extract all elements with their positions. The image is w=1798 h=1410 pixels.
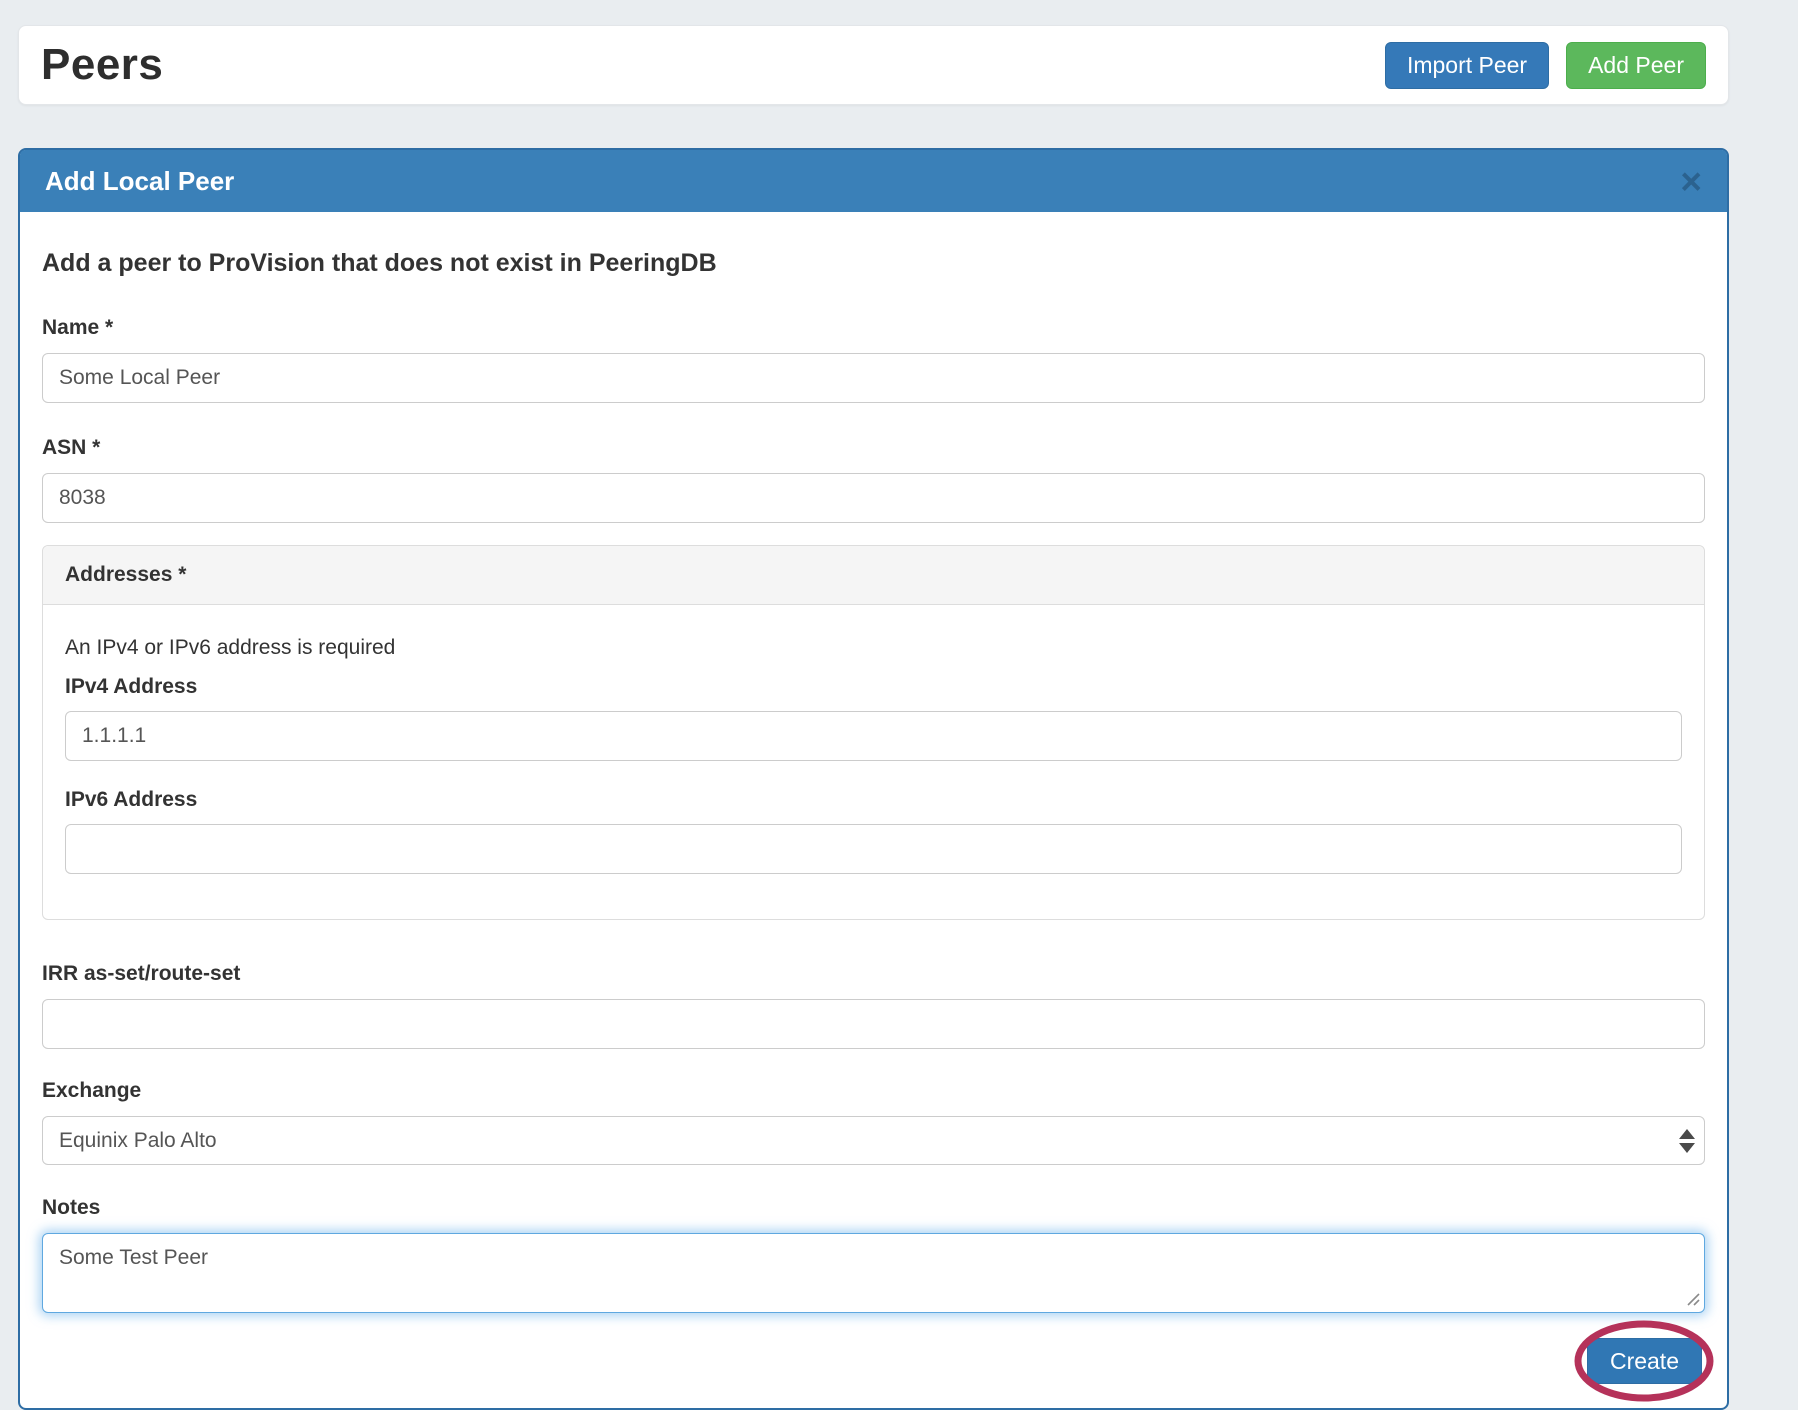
exchange-select[interactable]: Equinix Palo Alto	[42, 1116, 1705, 1165]
addresses-header: Addresses *	[43, 546, 1704, 605]
ipv6-field-group: IPv6 Address	[65, 788, 1682, 874]
name-label: Name *	[42, 316, 1705, 340]
addresses-fieldset: Addresses * An IPv4 or IPv6 address is r…	[42, 545, 1705, 920]
intro-text: Add a peer to ProVision that does not ex…	[42, 249, 1705, 278]
peers-header-card: Peers Import Peer Add Peer	[18, 25, 1729, 105]
asn-label: ASN *	[42, 436, 1705, 460]
page-container: Peers Import Peer Add Peer Add Local Pee…	[18, 25, 1729, 1410]
import-peer-button[interactable]: Import Peer	[1385, 42, 1549, 89]
addresses-hint: An IPv4 or IPv6 address is required	[65, 636, 1682, 660]
page-title: Peers	[41, 40, 163, 90]
notes-textarea[interactable]: Some Test Peer	[42, 1233, 1705, 1313]
ipv6-label: IPv6 Address	[65, 788, 1682, 812]
addresses-legend: Addresses *	[65, 563, 186, 587]
ipv6-input[interactable]	[65, 824, 1682, 874]
exchange-field-group: Exchange Equinix Palo Alto	[42, 1079, 1705, 1165]
notes-label: Notes	[42, 1196, 1705, 1220]
panel-body: Add a peer to ProVision that does not ex…	[20, 212, 1727, 1408]
create-button[interactable]: Create	[1587, 1338, 1702, 1384]
panel-header: Add Local Peer ×	[20, 150, 1727, 212]
close-icon[interactable]: ×	[1680, 163, 1702, 200]
ipv4-label: IPv4 Address	[65, 675, 1682, 699]
ipv4-input[interactable]	[65, 711, 1682, 761]
panel-title: Add Local Peer	[45, 166, 234, 197]
exchange-selected-value: Equinix Palo Alto	[59, 1129, 217, 1152]
add-peer-button[interactable]: Add Peer	[1566, 42, 1706, 89]
asn-field-group: ASN *	[42, 436, 1705, 523]
header-actions: Import Peer Add Peer	[1385, 42, 1706, 89]
addresses-body: An IPv4 or IPv6 address is required IPv4…	[43, 605, 1704, 919]
add-local-peer-panel: Add Local Peer × Add a peer to ProVision…	[18, 148, 1729, 1410]
irr-label: IRR as-set/route-set	[42, 962, 1705, 986]
asn-input[interactable]	[42, 473, 1705, 523]
ipv4-field-group: IPv4 Address	[65, 675, 1682, 761]
irr-field-group: IRR as-set/route-set	[42, 962, 1705, 1049]
panel-footer: Create	[42, 1338, 1705, 1384]
irr-input[interactable]	[42, 999, 1705, 1049]
name-field-group: Name *	[42, 316, 1705, 403]
exchange-label: Exchange	[42, 1079, 1705, 1103]
name-input[interactable]	[42, 353, 1705, 403]
notes-field-group: Notes Some Test Peer	[42, 1196, 1705, 1313]
